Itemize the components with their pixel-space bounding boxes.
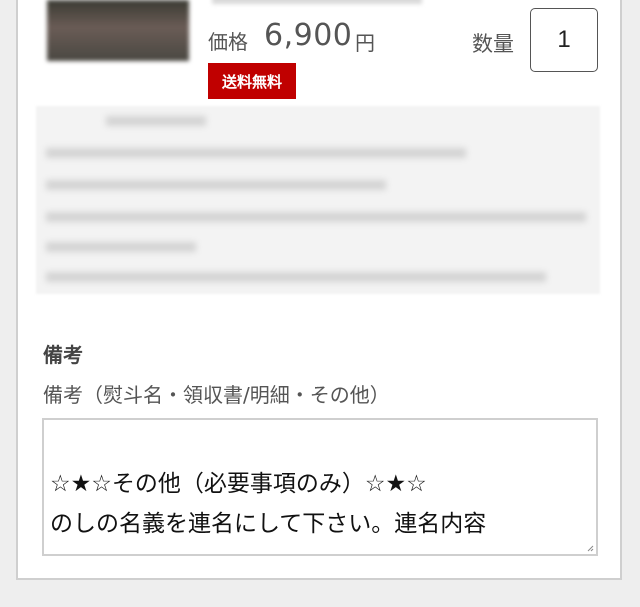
blurred-text-line xyxy=(46,180,386,190)
free-shipping-badge: 送料無料 xyxy=(208,63,296,99)
product-title-blurred xyxy=(212,0,422,4)
blurred-text-line xyxy=(106,116,206,126)
notes-subheading: 備考（熨斗名・領収書/明細・その他） xyxy=(43,383,390,407)
notes-line xyxy=(50,424,590,464)
price-label: 価格 xyxy=(208,30,248,54)
quantity-input[interactable]: 1 xyxy=(530,8,598,72)
blurred-text-line xyxy=(46,272,546,282)
blurred-text-line xyxy=(46,148,466,158)
product-description-blurred xyxy=(36,106,600,294)
price-unit: 円 xyxy=(355,31,375,55)
notes-line: ☆★☆その他（必要事項のみ）☆★☆ xyxy=(50,471,427,497)
price-value: 6,900 xyxy=(264,18,353,53)
product-thumbnail xyxy=(47,0,189,61)
blurred-text-line xyxy=(46,212,586,222)
notes-textarea[interactable]: ☆★☆その他（必要事項のみ）☆★☆ のしの名義を連名にして下さい。連名内容 xyxy=(42,418,598,556)
notes-line: のしの名義を連名にして下さい。連名内容 xyxy=(50,511,487,537)
notes-heading: 備考 xyxy=(43,343,83,367)
resize-grip-icon[interactable] xyxy=(587,545,594,552)
quantity-label: 数量 xyxy=(472,32,514,56)
blurred-text-line xyxy=(46,242,196,252)
